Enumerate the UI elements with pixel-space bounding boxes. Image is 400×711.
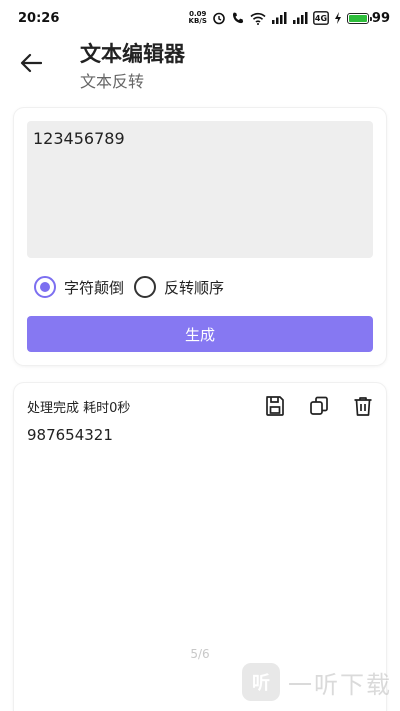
app-header: 文本编辑器 文本反转	[0, 36, 400, 94]
battery-icon	[346, 12, 372, 24]
phone-icon	[232, 12, 244, 24]
watermark-logo: 听	[242, 663, 280, 701]
signal-icon-2	[292, 12, 308, 24]
battery: 99	[346, 10, 390, 26]
text-input[interactable]: 123456789	[27, 121, 373, 258]
radio-checked-icon	[34, 276, 56, 298]
status-time: 20:26	[18, 10, 60, 26]
page-title: 文本编辑器	[80, 42, 185, 66]
delete-icon[interactable]	[352, 395, 374, 417]
process-status: 处理完成 耗时0秒	[27, 401, 131, 416]
charging-icon	[334, 12, 341, 24]
output-text: 987654321	[27, 426, 113, 444]
back-button[interactable]	[18, 50, 44, 76]
battery-fill	[348, 14, 367, 22]
status-bar: 20:26 0.09 KB/S 4G 99	[0, 0, 400, 36]
watermark-text: 一听下载	[288, 670, 392, 699]
svg-text:4G: 4G	[315, 14, 327, 23]
save-icon[interactable]	[264, 395, 286, 417]
mode-options: 字符颠倒 反转顺序	[34, 276, 234, 298]
option-label: 反转顺序	[164, 278, 225, 297]
alarm-icon	[213, 12, 225, 25]
radio-unchecked-icon	[134, 276, 157, 298]
copy-icon[interactable]	[308, 395, 330, 417]
option-reverse-order[interactable]: 反转顺序	[134, 276, 224, 298]
arrow-left-icon	[20, 53, 42, 73]
wifi-icon	[250, 12, 266, 25]
generate-button[interactable]: 生成	[27, 316, 373, 352]
battery-level: 99	[371, 10, 390, 26]
option-label: 字符颠倒	[64, 278, 125, 297]
page-indicator: 5/6	[190, 647, 210, 661]
page-subtitle: 文本反转	[80, 72, 145, 91]
signal-icon	[271, 12, 287, 24]
status-icons: 0.09 KB/S 4G 99	[189, 11, 390, 26]
output-actions	[264, 395, 374, 417]
input-card: 123456789 字符颠倒 反转顺序 生成	[14, 108, 386, 365]
network-speed: 0.09 KB/S	[188, 10, 207, 25]
network-type-icon: 4G	[313, 11, 329, 25]
option-reverse-chars[interactable]: 字符颠倒	[34, 276, 124, 298]
watermark: 听 一听下载	[242, 663, 392, 701]
output-card: 处理完成 耗时0秒 987654321 5/6	[14, 383, 386, 711]
